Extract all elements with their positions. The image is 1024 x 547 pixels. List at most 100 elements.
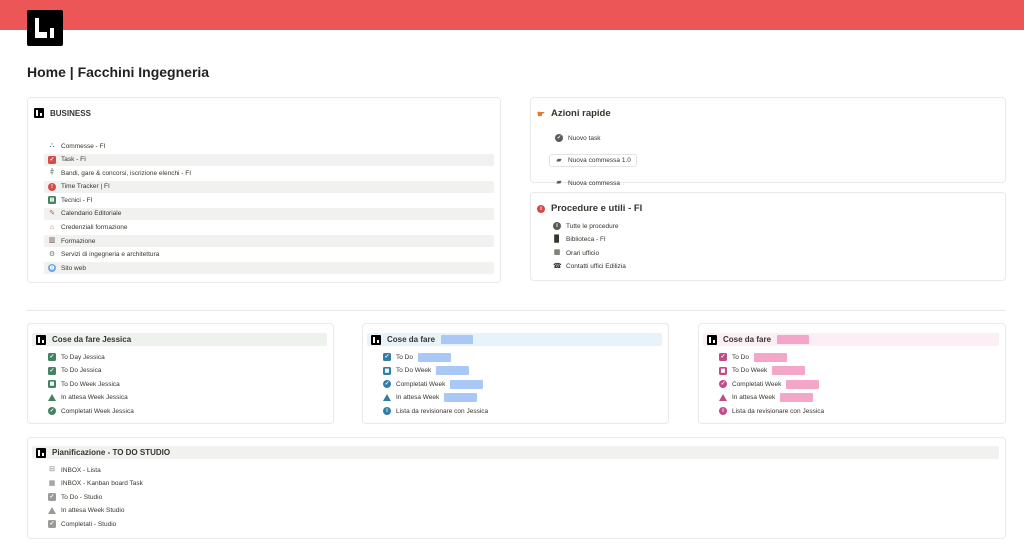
business-item-time-tracker[interactable]: ! Time Tracker | FI — [44, 180, 494, 193]
blue-item-completati[interactable]: ✓ Completati Week — [379, 378, 488, 390]
calendar-icon: ▦ — [48, 380, 56, 389]
procedure-list: i Tutte le procedure ▉ Biblioteca - FI ▦… — [549, 220, 626, 273]
fence-icon: ⫩ — [49, 169, 55, 177]
check-circle-icon: ✓ — [719, 380, 727, 389]
pianificazione-list: ⊟ INBOX - Lista ▦ INBOX - Kanban board T… — [44, 464, 143, 530]
jessica-item-today[interactable]: ✓ To Day Jessica — [44, 351, 134, 363]
cose-da-fare-blue-card: Cose da fare ✓ To Do ▦ To Do Week ✓ Comp… — [362, 323, 669, 424]
calendar-icon: ▦ — [383, 366, 391, 375]
blue-item-attesa[interactable]: In attesa Week — [379, 392, 488, 404]
blue-item-revisionare[interactable]: i Lista da revisionare con Jessica — [379, 405, 488, 417]
globe-icon: ◍ — [48, 264, 56, 273]
stopwatch-icon: ! — [48, 182, 56, 191]
checkbox-icon: ✓ — [48, 155, 56, 164]
redacted-name — [441, 335, 474, 344]
nuova-commessa-button[interactable]: ▰ Nuova commessa — [549, 177, 626, 190]
azioni-buttons: ✓ Nuovo task ▰ Nuova commessa 1.0 ▰ Nuov… — [549, 126, 637, 190]
jessica-header: Cose da fare Jessica — [32, 333, 327, 346]
studio-logo-icon — [36, 447, 46, 458]
business-item-commesse[interactable]: ⛬ Commesse - FI — [44, 140, 494, 152]
pink-item-todo-week[interactable]: ▦ To Do Week — [715, 365, 824, 377]
business-item-sito-web[interactable]: ◍ Sito web — [44, 262, 494, 275]
business-list: ⛬ Commesse - FI ✓ Task - FI ⫩ Bandi, gar… — [44, 140, 494, 275]
info-red-icon: i — [537, 204, 545, 213]
pink-item-todo[interactable]: ✓ To Do — [715, 351, 824, 363]
pianificazione-card: Pianificazione - TO DO STUDIO ⊟ INBOX - … — [27, 437, 1006, 539]
page-logo-icon[interactable] — [27, 10, 63, 46]
pianificazione-item-todo[interactable]: ✓ To Do - Studio — [44, 491, 143, 503]
book-icon: ▉ — [554, 235, 560, 243]
nuovo-task-button[interactable]: ✓ Nuovo task — [549, 132, 607, 145]
azioni-title: Azioni rapide — [551, 108, 611, 119]
azioni-header: ☛ Azioni rapide — [537, 108, 611, 119]
redacted-name — [444, 393, 478, 403]
nuova-commessa-1-button[interactable]: ▰ Nuova commessa 1.0 — [549, 154, 637, 167]
business-card: BUSINESS ⛬ Commesse - FI ✓ Task - FI ⫩ B… — [27, 97, 501, 283]
procedure-item-tutte[interactable]: i Tutte le procedure — [549, 220, 626, 232]
blue-item-todo[interactable]: ✓ To Do — [379, 351, 488, 363]
studio-logo-icon — [371, 334, 381, 345]
phone-icon: ☎ — [553, 262, 562, 270]
check-circle-icon: ✓ — [555, 134, 563, 142]
pink-item-revisionare[interactable]: i Lista da revisionare con Jessica — [715, 405, 824, 417]
books-icon: ▥ — [48, 237, 56, 245]
procedure-item-contatti[interactable]: ☎ Contatti uffici Edilizia — [549, 261, 626, 273]
jessica-item-completati[interactable]: ✓ Completati Week Jessica — [44, 405, 134, 417]
checkbox-icon: ✓ — [383, 353, 391, 361]
business-item-task[interactable]: ✓ Task - FI — [44, 153, 494, 166]
redacted-name — [436, 366, 470, 376]
warning-icon — [719, 394, 727, 402]
studio-logo-icon — [707, 334, 717, 345]
school-icon: ⌂ — [49, 223, 55, 231]
jessica-item-attesa[interactable]: In attesa Week Jessica — [44, 392, 134, 404]
jessica-title: Cose da fare Jessica — [52, 335, 132, 344]
sitemap-icon: ⛬ — [49, 142, 55, 149]
warning-icon — [48, 394, 56, 402]
blue-item-todo-week[interactable]: ▦ To Do Week — [379, 365, 488, 377]
procedure-item-biblioteca[interactable]: ▉ Biblioteca - FI — [549, 234, 626, 246]
megaphone-icon: ☛ — [537, 108, 546, 119]
procedure-header: i Procedure e utili - FI — [537, 203, 642, 214]
folder-icon: ▰ — [556, 179, 562, 186]
blue-list: ✓ To Do ▦ To Do Week ✓ Completati Week I… — [379, 351, 488, 417]
pink-item-attesa[interactable]: In attesa Week — [715, 392, 824, 404]
folder-icon: ▰ — [556, 156, 562, 164]
business-item-servizi[interactable]: ⚙ Servizi di ingegneria e architettura — [44, 249, 494, 261]
procedure-item-orari[interactable]: ▦ Orari ufficio — [549, 247, 626, 259]
business-item-formazione[interactable]: ▥ Formazione — [44, 235, 494, 248]
business-item-tecnici[interactable]: ▤ Tecnici - FI — [44, 194, 494, 206]
redacted-name — [417, 352, 451, 362]
pianificazione-item-completati[interactable]: ✓ Completati - Studio — [44, 518, 143, 530]
pianificazione-item-inbox-kanban[interactable]: ▦ INBOX - Kanban board Task — [44, 478, 143, 490]
section-divider — [27, 310, 1006, 311]
redacted-name — [786, 379, 820, 389]
business-item-bandi[interactable]: ⫩ Bandi, gare & concorsi, iscrizione ele… — [44, 167, 494, 179]
redacted-name — [450, 379, 484, 389]
pink-title: Cose da fare — [723, 335, 772, 344]
redacted-name — [777, 335, 810, 344]
calendar-icon: ▦ — [719, 366, 727, 375]
procedure-card: i Procedure e utili - FI i Tutte le proc… — [530, 192, 1006, 281]
jessica-list: ✓ To Day Jessica ✓ To Do Jessica ▦ To Do… — [44, 351, 134, 417]
jessica-item-todo[interactable]: ✓ To Do Jessica — [44, 365, 134, 377]
studio-logo-icon — [34, 108, 44, 118]
cover-banner — [0, 0, 1024, 30]
checkbox-icon: ✓ — [48, 493, 56, 502]
pianificazione-item-inbox-lista[interactable]: ⊟ INBOX - Lista — [44, 464, 143, 476]
pink-item-completati[interactable]: ✓ Completati Week — [715, 378, 824, 390]
checkbox-icon: ✓ — [719, 353, 727, 361]
pink-header: Cose da fare — [703, 333, 999, 346]
info-icon: i — [553, 222, 561, 230]
calendar-icon: ▦ — [48, 479, 56, 487]
calendar-icon: ▦ — [553, 249, 561, 257]
business-item-calendario[interactable]: ✎ Calendario Editoriale — [44, 207, 494, 220]
check-circle-icon: ✓ — [48, 407, 56, 416]
pianificazione-item-attesa[interactable]: In attesa Week Studio — [44, 505, 143, 517]
blue-header: Cose da fare — [367, 333, 662, 346]
checkbox-icon: ✓ — [48, 520, 56, 529]
page-title: Home | Facchini Ingegneria — [27, 64, 210, 80]
jessica-item-todo-week[interactable]: ▦ To Do Week Jessica — [44, 378, 134, 390]
id-card-icon: ▤ — [48, 196, 56, 205]
info-icon: i — [719, 407, 727, 416]
business-item-credenziali[interactable]: ⌂ Credenziali formazione — [44, 222, 494, 234]
